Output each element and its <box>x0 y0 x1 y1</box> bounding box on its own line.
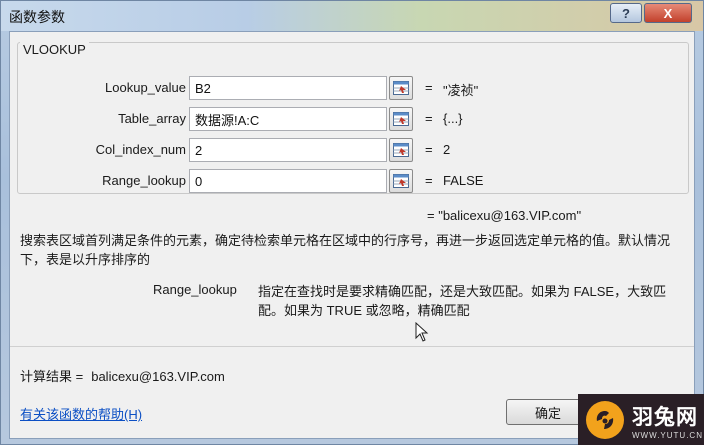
title-bar[interactable]: 函数参数 ? X <box>1 1 703 31</box>
parameter-description-text: 指定在查找时是要求精确匹配，还是大致匹配。如果为 FALSE，大致匹配。如果为 … <box>258 284 667 318</box>
lookup-value-input[interactable] <box>189 76 387 100</box>
question-icon: ? <box>622 5 630 21</box>
argument-row-range-lookup: Range_lookup = FALSE <box>10 169 694 195</box>
argument-label: Lookup_value <box>105 80 186 95</box>
watermark: 羽兔网 WWW.YUTU.CN <box>578 394 704 445</box>
close-icon: X <box>663 5 673 21</box>
table-array-input[interactable] <box>189 107 387 131</box>
range-select-icon <box>393 81 409 95</box>
close-button[interactable]: X <box>644 3 692 23</box>
function-arguments-dialog: 函数参数 ? X VLOOKUP Lookup_value = <box>0 0 704 445</box>
ok-button-label: 确定 <box>534 405 561 421</box>
mouse-cursor-icon <box>415 321 429 345</box>
argument-label: Range_lookup <box>102 173 186 188</box>
formula-result: = "balicexu@163.VIP.com" <box>427 208 582 223</box>
watermark-url: WWW.YUTU.CN <box>632 430 703 440</box>
argument-row-table-array: Table_array = {...} <box>10 107 694 133</box>
argument-row-col-index-num: Col_index_num = 2 <box>10 138 694 164</box>
equals-sign: = <box>425 173 433 188</box>
collapse-dialog-button[interactable] <box>389 138 413 162</box>
watermark-brand: 羽兔网 <box>632 405 698 429</box>
yutu-logo-icon <box>586 401 624 439</box>
argument-result: 2 <box>443 142 451 157</box>
equals-sign: = <box>425 80 433 95</box>
equals-sign: = <box>425 111 433 126</box>
range-select-icon <box>393 143 409 157</box>
divider <box>10 346 694 347</box>
argument-label: Table_array <box>118 111 186 126</box>
argument-result: "凌祯" <box>443 83 479 98</box>
dialog-title: 函数参数 <box>9 9 65 25</box>
argument-label: Col_index_num <box>95 142 186 157</box>
function-description: 搜索表区域首列满足条件的元素，确定待检索单元格在区域中的行序号，再进一步返回选定… <box>20 233 671 267</box>
argument-row-lookup-value: Lookup_value = "凌祯" <box>10 76 694 102</box>
collapse-dialog-button[interactable] <box>389 107 413 131</box>
function-name: VLOOKUP <box>20 42 89 57</box>
calculation-result-label: 计算结果 = <box>20 369 84 384</box>
parameter-description-label: Range_lookup <box>153 282 237 297</box>
dialog-body: VLOOKUP Lookup_value = "凌祯" Table_array <box>9 31 695 439</box>
range-select-icon <box>393 112 409 126</box>
range-lookup-input[interactable] <box>189 169 387 193</box>
collapse-dialog-button[interactable] <box>389 169 413 193</box>
argument-result: {...} <box>443 111 463 126</box>
collapse-dialog-button[interactable] <box>389 76 413 100</box>
argument-result: FALSE <box>443 173 484 188</box>
col-index-num-input[interactable] <box>189 138 387 162</box>
help-button[interactable]: ? <box>610 3 642 23</box>
calculation-result: 计算结果 = balicexu@163.VIP.com <box>20 366 233 385</box>
equals-sign: = <box>425 142 433 157</box>
watermark-text: 羽兔网 WWW.YUTU.CN <box>632 401 703 440</box>
function-help-link[interactable]: 有关该函数的帮助(H) <box>20 404 142 423</box>
calculation-result-value: balicexu@163.VIP.com <box>91 369 225 384</box>
range-select-icon <box>393 174 409 188</box>
